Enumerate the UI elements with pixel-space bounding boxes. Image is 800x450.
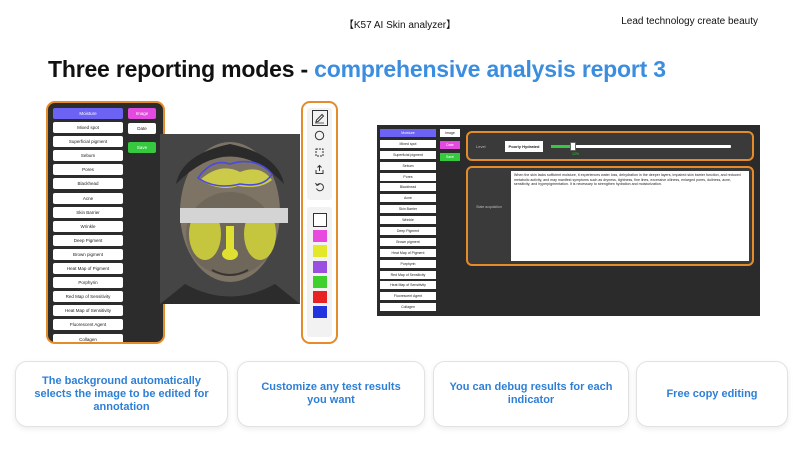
headline-accent: comprehensive analysis report 3 [314,56,666,82]
indicator-item[interactable]: Pores [380,172,436,181]
indicator-item[interactable]: Blackhead [380,183,436,192]
indicator-item[interactable]: Acne [53,192,123,204]
image-button[interactable]: Image [128,108,156,119]
feature-text: Free copy editing [666,387,758,400]
feature-text: The background automatically selects the… [34,374,209,413]
level-percent: 12% [572,152,580,156]
color-swatch[interactable] [312,275,327,288]
feature-card-copy-edit: Free copy editing [636,361,788,427]
indicator-item[interactable]: Heat Map of Pigment [53,263,123,275]
indicator-item[interactable]: Skin Barrier [380,205,436,214]
color-swatch[interactable] [312,245,327,258]
level-label: Level [476,144,486,149]
indicator-item[interactable]: Mixed spot [380,139,436,148]
indicator-item[interactable]: Skin Barrier [53,206,123,218]
color-swatch[interactable] [312,290,327,303]
face-analysis-image[interactable] [160,134,300,304]
indicator-item[interactable]: Fluorescent Agent [53,319,123,331]
feature-card-debug: You can debug results for each indicator [433,361,629,427]
indicator-item[interactable]: Collagen [53,333,123,342]
rectangle-icon[interactable] [313,145,327,159]
product-title: 【K57 AI Skin analyzer】 [343,20,457,31]
color-swatch[interactable] [312,260,327,273]
feature-card-customize: Customize any test results you want [237,361,425,427]
indicator-item[interactable]: Sebum [380,161,436,170]
indicator-panel: Moisture Mixed spot Superficial pigment … [46,101,165,344]
indicator-item[interactable]: Acne [380,194,436,203]
feature-text: You can debug results for each indicator [449,381,613,406]
indicator-item[interactable]: Brown pigment [380,237,436,246]
save-button[interactable]: Save [128,142,156,153]
indicator-list: Moisture Mixed spot Superficial pigment … [53,108,123,342]
level-slider-handle[interactable] [569,142,576,151]
indicator-item[interactable]: Collagen [380,303,436,312]
indicator-item[interactable]: Heat Map of Sensitivity [380,281,436,290]
indicator-item[interactable]: Brown pigment [53,248,123,260]
circle-icon[interactable] [313,128,327,142]
indicator-item[interactable]: Porphyrin [53,277,123,289]
date-button[interactable]: Date [440,141,460,149]
mode-buttons: Image Date Save [128,108,156,157]
color-swatch[interactable] [312,213,327,227]
indicator-item-moisture[interactable]: Moisture [53,108,123,119]
report-screen: Moisture Mixed spot Superficial pigment … [377,125,760,316]
page-headline: Three reporting modes - comprehensive an… [48,56,666,83]
feature-text: Customize any test results you want [261,381,401,406]
indicator-item[interactable]: Superficial pigment [380,150,436,159]
indicator-item[interactable]: Heat Map of Sensitivity [53,305,123,317]
undo-icon[interactable] [313,179,327,193]
image-button[interactable]: Image [440,129,460,137]
color-palette [307,207,332,337]
date-button[interactable]: Date [128,123,156,134]
suggestion-textarea[interactable]: When the skin lacks sufficient moisture,… [511,171,749,261]
indicator-item[interactable]: Pores [53,164,123,176]
drawing-tools [307,108,332,200]
level-value-badge: Poorly Hydrated [505,141,543,152]
annotation-toolbar [301,101,338,344]
indicator-item[interactable]: Fluorescent Agent [380,292,436,301]
indicator-item[interactable]: Mixed spot [53,122,123,134]
suggestion-editor: State acquisition When the skin lacks su… [466,166,754,266]
save-button[interactable]: Save [440,153,460,161]
indicator-item[interactable]: Sebum [53,150,123,162]
indicator-item[interactable]: Porphyrin [380,259,436,268]
indicator-item[interactable]: Heat Map of Pigment [380,248,436,257]
report-mode-buttons: Image Date Save [440,129,460,165]
indicator-item-moisture[interactable]: Moisture [380,129,436,137]
headline-prefix: Three reporting modes - [48,56,315,82]
indicator-item[interactable]: Blackhead [53,178,123,190]
slogan: Lead technology create beauty [621,16,758,27]
color-swatch[interactable] [312,306,327,319]
suggestion-label: State acquisition [476,205,502,209]
indicator-item[interactable]: Deep Pigment [380,227,436,236]
export-icon[interactable] [313,162,327,176]
indicator-item[interactable]: Superficial pigment [53,136,123,148]
level-slider[interactable] [551,142,731,151]
report-indicator-list: Moisture Mixed spot Superficial pigment … [380,129,436,314]
indicator-item[interactable]: Wrinkle [380,216,436,225]
pen-icon[interactable] [311,110,328,126]
color-swatch[interactable] [312,230,327,243]
indicator-item[interactable]: Red Map of Sensitivity [53,291,123,303]
indicator-item[interactable]: Wrinkle [53,220,123,232]
level-editor: Level Poorly Hydrated 12% [466,131,754,161]
feature-card-auto-select: The background automatically selects the… [15,361,228,427]
indicator-item[interactable]: Deep Pigment [53,234,123,246]
face-image-drawing [160,134,300,304]
indicator-item[interactable]: Red Map of Sensitivity [380,270,436,279]
